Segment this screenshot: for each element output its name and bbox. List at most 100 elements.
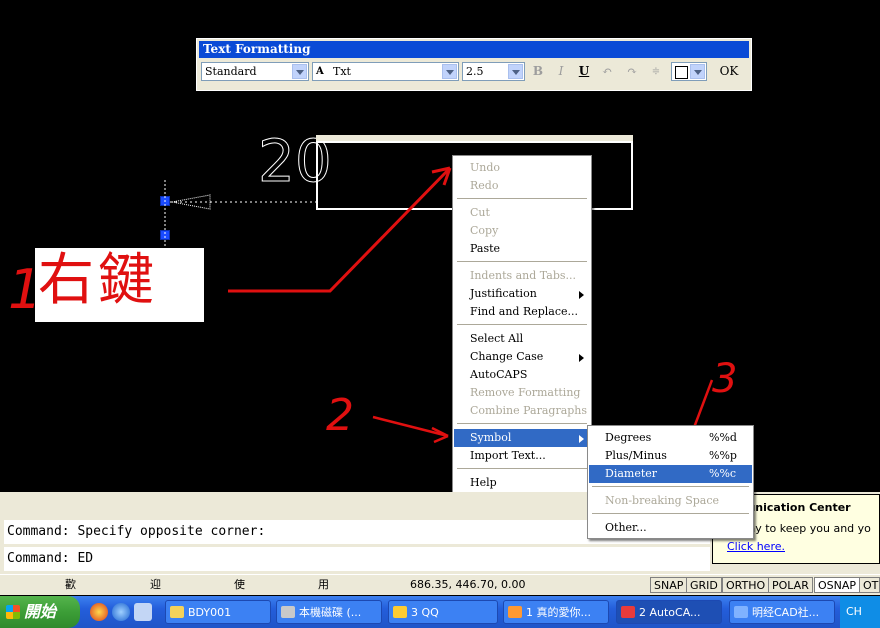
submenu-arrow-icon <box>579 354 584 362</box>
menu-item-label: AutoCAPS <box>470 368 528 381</box>
menu-item-copy[interactable]: Copy <box>454 222 590 240</box>
folder-icon <box>170 606 184 618</box>
autocad-icon <box>621 606 635 618</box>
grid-toggle[interactable]: GRID <box>686 577 722 593</box>
submenu-arrow-icon <box>579 435 584 443</box>
drive-icon <box>281 606 295 618</box>
media-player-icon[interactable] <box>90 603 108 621</box>
menu-separator <box>457 198 587 199</box>
ortho-toggle[interactable]: ORTHO <box>722 577 770 593</box>
menu-item-label: Diameter <box>605 467 658 480</box>
polar-toggle[interactable]: POLAR <box>768 577 813 593</box>
layout-tab[interactable]: 歡 <box>65 577 76 593</box>
layout-tab[interactable]: 用 <box>318 577 329 593</box>
layout-tab[interactable]: 使 <box>234 577 245 593</box>
menu-item-shortcut: %%d <box>709 431 737 444</box>
menu-item-label: Select All <box>470 332 524 345</box>
step3-number: 3 <box>712 356 738 402</box>
menu-item-non-breaking-space[interactable]: Non-breaking Space <box>589 492 752 510</box>
menu-item-degrees[interactable]: Degrees %%d <box>589 429 752 447</box>
task-label: BDY001 <box>188 606 232 619</box>
menu-item-paste[interactable]: Paste <box>454 240 590 258</box>
task-button[interactable]: 2 AutoCA... <box>616 600 722 624</box>
menu-item-import-text[interactable]: Import Text... <box>454 447 590 465</box>
task-button[interactable]: 明经CAD社... <box>729 600 835 624</box>
task-button[interactable]: 3 QQ <box>388 600 498 624</box>
menu-item-label: Non-breaking Space <box>605 494 720 507</box>
menu-item-justification[interactable]: Justification <box>454 285 590 303</box>
internet-explorer-icon[interactable] <box>112 603 130 621</box>
coordinate-readout: 686.35, 446.70, 0.00 <box>410 578 526 591</box>
menu-item-diameter[interactable]: Diameter %%c <box>589 465 752 483</box>
windows-logo-icon <box>6 605 20 619</box>
menu-separator <box>457 468 587 469</box>
menu-item-symbol[interactable]: Symbol <box>454 429 590 447</box>
otrack-toggle[interactable]: OTR <box>859 577 880 593</box>
menu-item-label: Copy <box>470 224 499 237</box>
context-menu: Undo Redo Cut Copy Paste Indents and Tab… <box>452 155 592 493</box>
show-desktop-icon[interactable] <box>134 603 152 621</box>
menu-item-label: Justification <box>470 287 537 300</box>
menu-item-label: Combine Paragraphs <box>470 404 588 417</box>
menu-item-label: Redo <box>470 179 499 192</box>
menu-item-find-replace[interactable]: Find and Replace... <box>454 303 590 321</box>
start-label: 開始 <box>24 602 57 621</box>
menu-item-combine-paragraphs[interactable]: Combine Paragraphs <box>454 402 590 420</box>
command-input[interactable]: Command: ED <box>4 547 710 571</box>
menu-item-select-all[interactable]: Select All <box>454 330 590 348</box>
menu-item-label: Import Text... <box>470 449 546 462</box>
language-indicator[interactable]: CH <box>840 596 880 628</box>
menu-item-label: Paste <box>470 242 501 255</box>
menu-item-cut[interactable]: Cut <box>454 204 590 222</box>
snap-toggle[interactable]: SNAP <box>650 577 688 593</box>
symbol-submenu: Degrees %%d Plus/Minus %%p Diameter %%c Non… <box>587 425 754 539</box>
status-bar: 歡 迎 使 用 686.35, 446.70, 0.00 SNAP GRID O… <box>0 574 880 595</box>
qq-icon <box>393 606 407 618</box>
menu-separator <box>457 261 587 262</box>
menu-item-undo[interactable]: Undo <box>454 159 590 177</box>
task-label: 1 真的愛你... <box>526 606 591 619</box>
task-label: 3 QQ <box>411 606 439 619</box>
menu-item-remove-formatting[interactable]: Remove Formatting <box>454 384 590 402</box>
menu-separator <box>592 513 749 514</box>
layout-tab[interactable]: 迎 <box>150 577 161 593</box>
menu-item-label: Help <box>470 476 497 489</box>
menu-item-label: Undo <box>470 161 501 174</box>
menu-separator <box>592 486 749 487</box>
step2-number: 2 <box>326 390 354 441</box>
menu-item-plus-minus[interactable]: Plus/Minus %%p <box>589 447 752 465</box>
task-label: 2 AutoCA... <box>639 606 701 619</box>
menu-item-label: Indents and Tabs... <box>470 269 577 282</box>
task-button[interactable]: BDY001 <box>165 600 271 624</box>
menu-item-help[interactable]: Help <box>454 474 590 492</box>
menu-item-label: Change Case <box>470 350 544 363</box>
taskbar: 開始 BDY001 本機磁碟 (... 3 QQ 1 真的愛你... 2 Aut… <box>0 596 880 628</box>
right-click-label: 右鍵 <box>38 248 158 313</box>
menu-item-change-case[interactable]: Change Case <box>454 348 590 366</box>
menu-item-label: Degrees <box>605 431 652 444</box>
menu-item-label: Cut <box>470 206 490 219</box>
task-button[interactable]: 1 真的愛你... <box>503 600 609 624</box>
menu-item-autocaps[interactable]: AutoCAPS <box>454 366 590 384</box>
menu-separator <box>457 423 587 424</box>
menu-item-redo[interactable]: Redo <box>454 177 590 195</box>
media-icon <box>508 606 522 618</box>
task-label: 本機磁碟 (... <box>299 606 362 619</box>
start-button[interactable]: 開始 <box>0 596 80 628</box>
menu-separator <box>457 324 587 325</box>
menu-item-shortcut: %%c <box>709 467 737 480</box>
osnap-toggle[interactable]: OSNAP <box>814 577 861 593</box>
task-label: 明经CAD社... <box>752 606 820 619</box>
browser-icon <box>734 606 748 618</box>
menu-item-indents-tabs[interactable]: Indents and Tabs... <box>454 267 590 285</box>
menu-item-shortcut: %%p <box>709 449 737 462</box>
menu-item-other[interactable]: Other... <box>589 519 752 537</box>
task-button[interactable]: 本機磁碟 (... <box>276 600 382 624</box>
menu-item-label: Find and Replace... <box>470 305 579 318</box>
menu-item-label: Symbol <box>470 431 512 444</box>
menu-item-label: Remove Formatting <box>470 386 581 399</box>
comm-center-link[interactable]: Click here. <box>727 540 785 553</box>
menu-item-label: Other... <box>605 521 647 534</box>
submenu-arrow-icon <box>579 291 584 299</box>
menu-item-label: Plus/Minus <box>605 449 667 462</box>
